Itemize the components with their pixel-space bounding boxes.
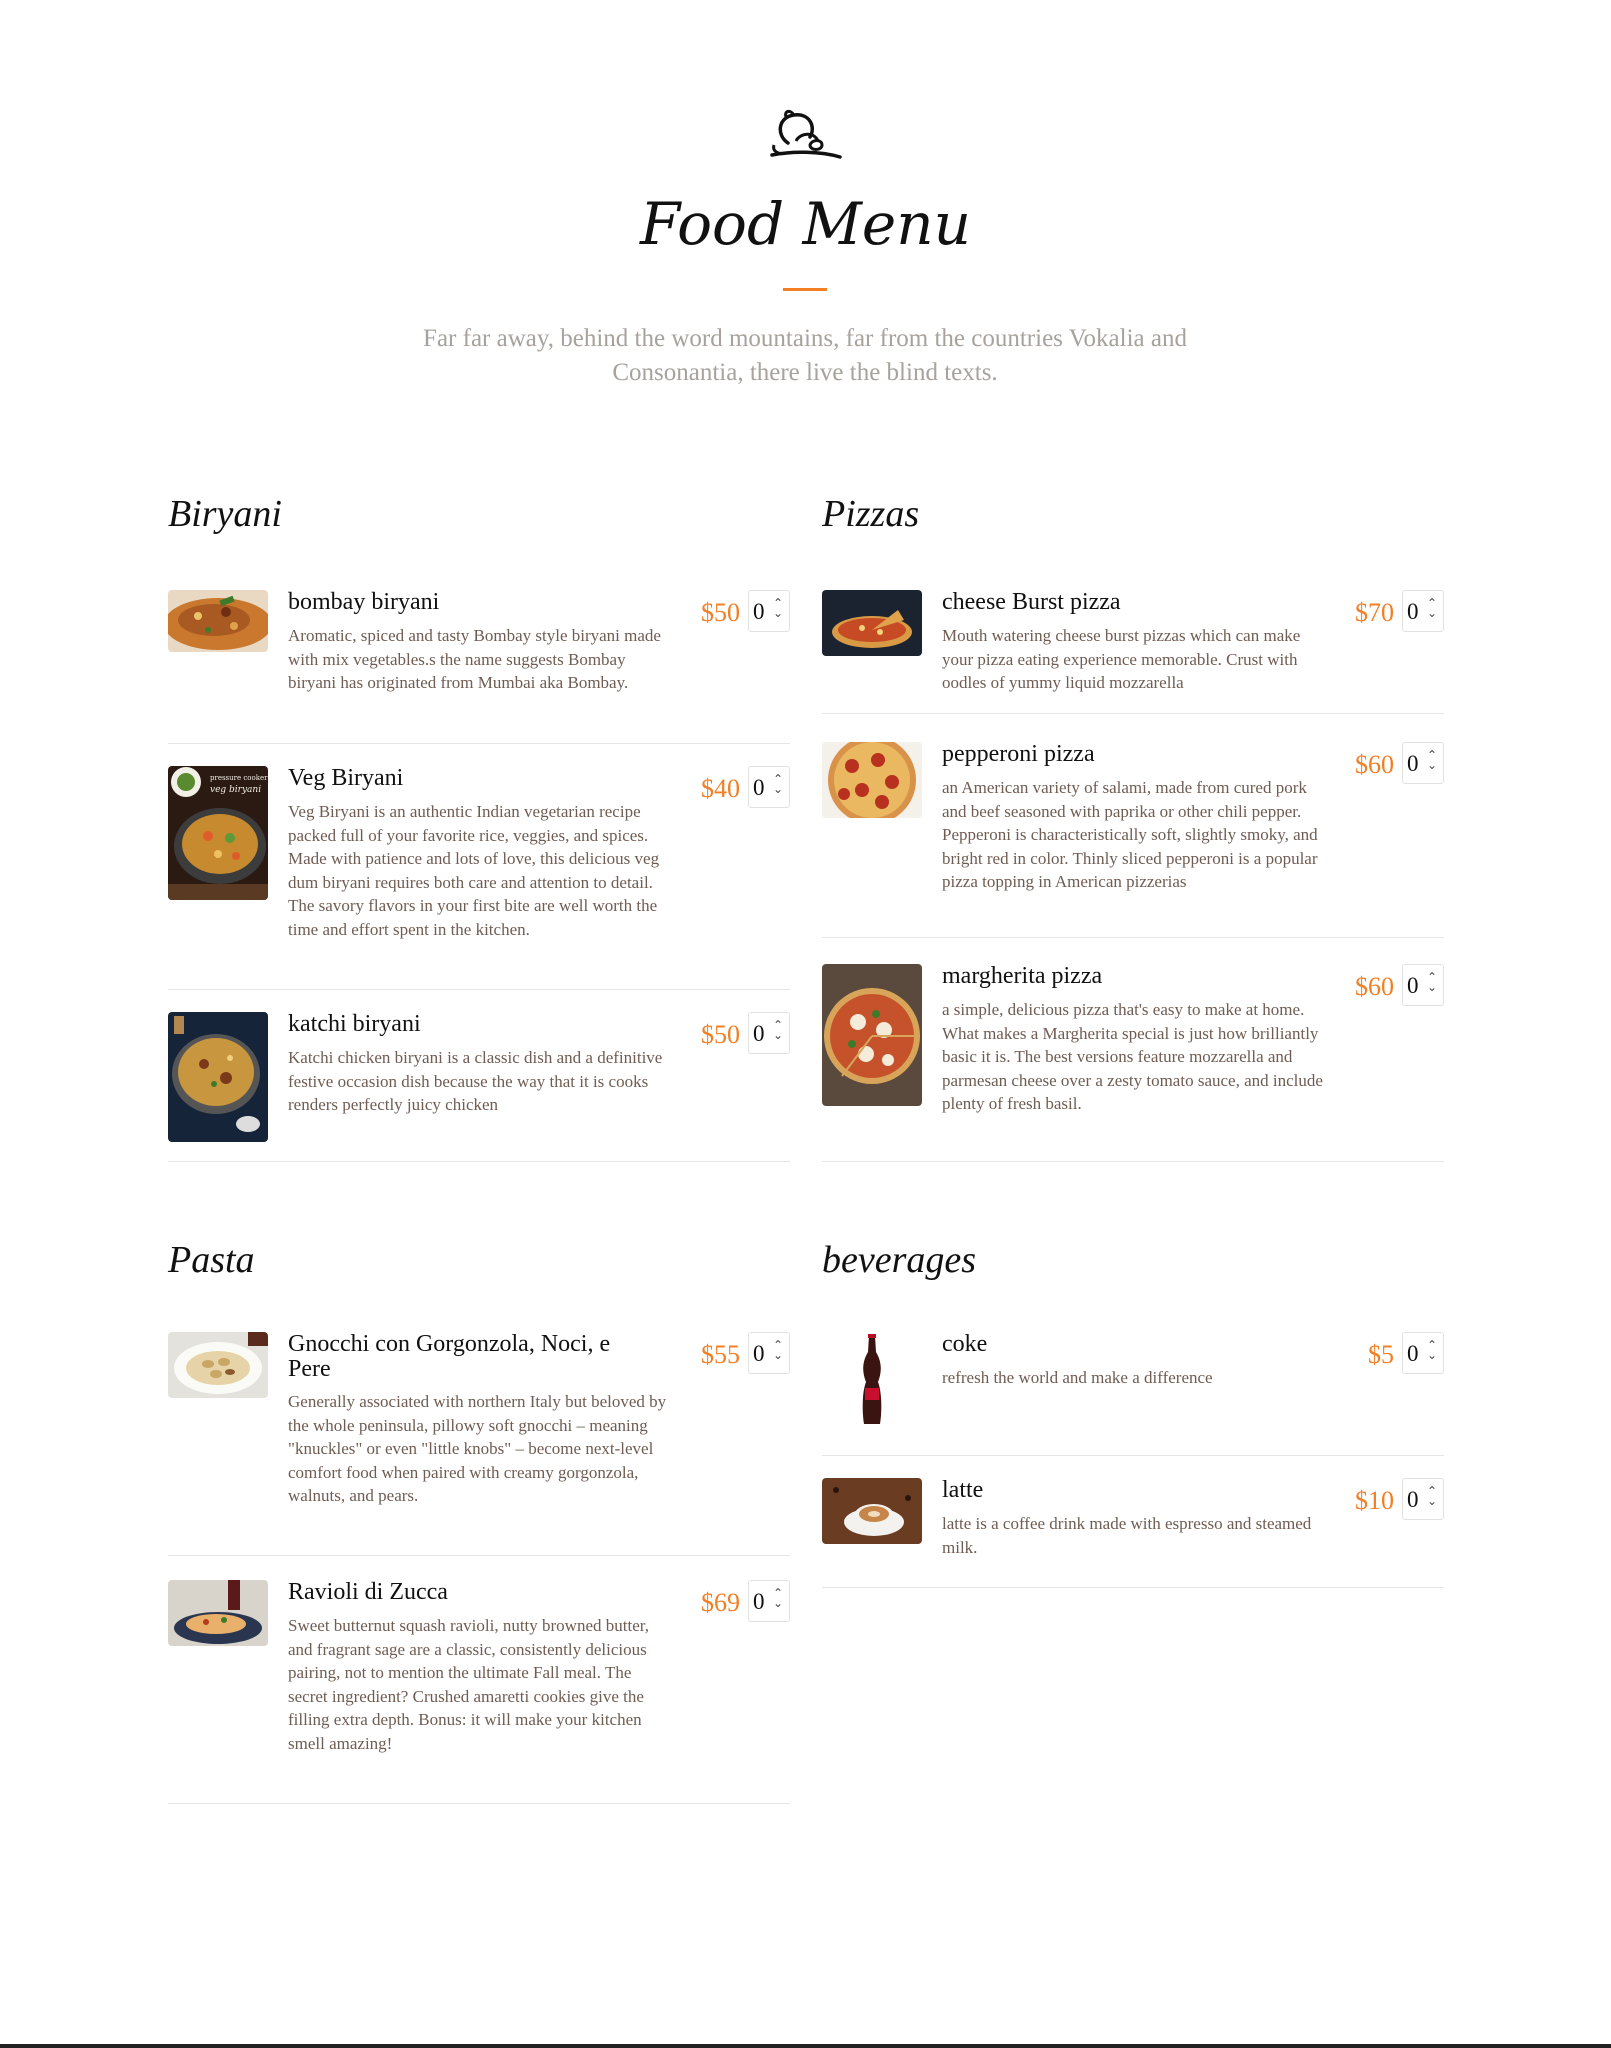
stepper-arrows-icon[interactable]: ⌃ ⌄ [1427, 971, 1437, 993]
section-beverages: beverages coke refresh the world and mak… [822, 1238, 1444, 1588]
menu-item: latte latte is a coffee drink made with … [822, 1478, 1444, 1588]
stepper-arrows-icon[interactable]: ⌃ ⌄ [773, 1587, 783, 1609]
quantity-value: 0 [753, 1021, 765, 1046]
item-description: Sweet butternut squash ravioli, nutty br… [288, 1616, 649, 1753]
image-caption: pressure cooker [210, 774, 268, 782]
quantity-value: 0 [753, 599, 765, 624]
item-price: $69 [701, 1588, 740, 1617]
item-name: coke [942, 1331, 988, 1357]
item-name: margherita pizza [942, 963, 1103, 989]
quantity-stepper[interactable]: 0 ⌃ ⌄ [748, 1332, 790, 1374]
quantity-stepper[interactable]: 0 ⌃ ⌄ [1402, 590, 1444, 632]
quantity-stepper[interactable]: 0 ⌃ ⌄ [748, 1012, 790, 1054]
page-title: Food Menu [640, 190, 971, 258]
item-name: katchi biryani [288, 1011, 421, 1037]
quantity-value: 0 [1407, 973, 1419, 998]
katchi-biryani-photo [168, 1012, 268, 1142]
section-title: beverages [822, 1239, 977, 1281]
biryani-plate-photo [168, 590, 268, 652]
section-title: Pizzas [822, 493, 920, 535]
item-name: cheese Burst pizza [942, 589, 1121, 615]
item-name: Gnocchi con Gorgonzola, Noci, e Pere [288, 1331, 611, 1382]
coke-bottle-photo [822, 1332, 922, 1428]
menu-item: pepperoni pizza an American variety of s… [822, 742, 1444, 938]
menu-item: Gnocchi con Gorgonzola, Noci, e Pere Gen… [168, 1332, 790, 1556]
item-description: Generally associated with northern Italy… [288, 1392, 667, 1505]
quantity-value: 0 [753, 1341, 765, 1366]
item-description: Mouth watering cheese burst pizzas which… [942, 626, 1301, 692]
item-name: Ravioli di Zucca [288, 1579, 448, 1605]
image-caption: veg biryani [210, 785, 261, 795]
quantity-value: 0 [1407, 599, 1419, 624]
bottom-edge-bar [0, 2044, 1611, 2048]
item-description: refresh the world and make a difference [942, 1368, 1213, 1387]
section-title: Biryani [168, 493, 282, 535]
gnocchi-photo [168, 1332, 268, 1398]
menu-item: katchi biryani Katchi chicken biryani is… [168, 1012, 790, 1162]
stepper-arrows-icon[interactable]: ⌃ ⌄ [773, 773, 783, 795]
title-divider [783, 288, 827, 291]
section-biryani: Biryani bombay biryani Aromatic, spiced … [168, 492, 790, 1162]
stepper-arrows-icon[interactable]: ⌃ ⌄ [773, 1339, 783, 1361]
quantity-stepper[interactable]: 0 ⌃ ⌄ [748, 766, 790, 808]
section-pizzas: Pizzas cheese Burst pizza Mouth watering… [822, 492, 1444, 1162]
stepper-arrows-icon[interactable]: ⌃ ⌄ [1427, 1339, 1437, 1361]
item-price: $60 [1355, 750, 1394, 779]
serving-cloche-icon [770, 109, 842, 159]
quantity-stepper[interactable]: 0 ⌃ ⌄ [748, 590, 790, 632]
item-description: an American variety of salami, made from… [942, 778, 1318, 891]
item-price: $40 [701, 774, 740, 803]
quantity-stepper[interactable]: 0 ⌃ ⌄ [1402, 1332, 1444, 1374]
menu-item: bombay biryani Aromatic, spiced and tast… [168, 590, 790, 744]
quantity-value: 0 [1407, 751, 1419, 776]
stepper-arrows-icon[interactable]: ⌃ ⌄ [1427, 749, 1437, 771]
item-description: a simple, delicious pizza that's easy to… [942, 1000, 1323, 1113]
margherita-pizza-photo [822, 964, 922, 1106]
quantity-stepper[interactable]: 0 ⌃ ⌄ [1402, 964, 1444, 1006]
quantity-value: 0 [753, 775, 765, 800]
quantity-value: 0 [1407, 1341, 1419, 1366]
stepper-arrows-icon[interactable]: ⌃ ⌄ [1427, 597, 1437, 619]
item-name: pepperoni pizza [942, 741, 1095, 767]
menu-item: cheese Burst pizza Mouth watering cheese… [822, 590, 1444, 714]
intro-text: Far far away, behind the word mountains,… [423, 325, 1187, 386]
section-title: Pasta [168, 1239, 255, 1281]
quantity-stepper[interactable]: 0 ⌃ ⌄ [748, 1580, 790, 1622]
latte-cup-photo [822, 1478, 922, 1544]
item-price: $5 [1368, 1340, 1394, 1369]
menu-item: margherita pizza a simple, delicious piz… [822, 964, 1444, 1162]
menu-item: pressure cooker veg biryani Veg Biryani … [168, 766, 790, 990]
item-price: $10 [1355, 1486, 1394, 1515]
item-price: $60 [1355, 972, 1394, 1001]
item-description: Katchi chicken biryani is a classic dish… [288, 1048, 663, 1114]
stepper-arrows-icon[interactable]: ⌃ ⌄ [773, 1019, 783, 1041]
quantity-value: 0 [753, 1589, 765, 1614]
cheese-burst-pizza-photo [822, 590, 922, 656]
quantity-value: 0 [1407, 1487, 1419, 1512]
pepperoni-pizza-photo [822, 742, 922, 818]
menu-item: coke refresh the world and make a differ… [822, 1332, 1444, 1456]
item-price: $70 [1355, 598, 1394, 627]
item-price: $55 [701, 1340, 740, 1369]
item-description: Veg Biryani is an authentic Indian veget… [288, 802, 660, 939]
quantity-stepper[interactable]: 0 ⌃ ⌄ [1402, 742, 1444, 784]
item-description: Aromatic, spiced and tasty Bombay style … [288, 626, 661, 692]
item-name: bombay biryani [288, 589, 440, 615]
veg-biryani-photo: pressure cooker veg biryani [168, 766, 268, 900]
quantity-stepper[interactable]: 0 ⌃ ⌄ [1402, 1478, 1444, 1520]
item-description: latte is a coffee drink made with espres… [942, 1514, 1312, 1557]
item-price: $50 [701, 1020, 740, 1049]
item-price: $50 [701, 598, 740, 627]
section-pasta: Pasta Gnocchi con Gorgonzola, Noci, e Pe… [168, 1238, 790, 1804]
stepper-arrows-icon[interactable]: ⌃ ⌄ [1427, 1485, 1437, 1507]
ravioli-photo [168, 1580, 268, 1646]
item-name: latte [942, 1477, 984, 1503]
item-name: Veg Biryani [288, 765, 404, 791]
stepper-arrows-icon[interactable]: ⌃ ⌄ [773, 597, 783, 619]
menu-item: Ravioli di Zucca Sweet butternut squash … [168, 1580, 790, 1804]
